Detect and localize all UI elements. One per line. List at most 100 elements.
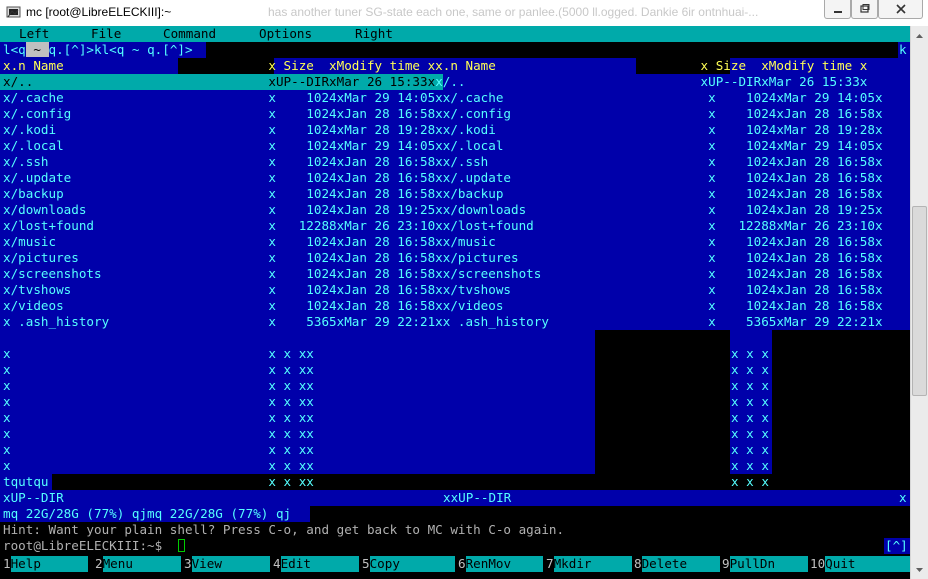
left-file-entry[interactable]: x/lost+found x 12288xMar 26 23:10x (3, 218, 443, 233)
right-panel-header[interactable]: .n Name x Size xModify time x (443, 58, 868, 73)
fkey-quit-button[interactable]: 10Quit (810, 556, 910, 572)
minimize-icon (834, 11, 842, 13)
right-file-entry[interactable]: x/.update x 1024xJan 28 16:58x (443, 170, 883, 185)
fkey-number: 10 (810, 556, 826, 571)
file-row[interactable]: x .ash_history x 5365xMar 29 22:21xx .as… (3, 314, 883, 330)
window-titlebar: mc [root@LibreELECKIII]:~ has another tu… (0, 0, 928, 27)
file-row[interactable]: x/.local x 1024xMar 29 14:05xx/.local x … (3, 138, 883, 154)
right-file-entry[interactable]: x/.config x 1024xJan 28 16:58x (443, 106, 883, 121)
file-row[interactable]: x/screenshots x 1024xJan 28 16:58xx/scre… (3, 266, 883, 282)
scrollbar-thumb[interactable] (912, 206, 927, 396)
left-file-entry[interactable]: x/.kodi x 1024xMar 28 19:28x (3, 122, 443, 137)
fkey-edit-button[interactable]: 4Edit (273, 556, 359, 572)
left-updir[interactable]: x/.. xUP--DIRxMar 26 15:33x (3, 74, 435, 89)
right-file-entry[interactable]: x .ash_history x 5365xMar 29 22:21x (443, 314, 883, 329)
scroll-down-arrow-icon[interactable] (911, 561, 928, 578)
file-row[interactable]: x/music x 1024xJan 28 16:58xx/music x 10… (3, 234, 883, 250)
left-empty-cell: x x x xx (3, 442, 314, 457)
shell-prompt[interactable]: root@LibreELECKIII:~$ (3, 538, 170, 554)
file-row[interactable]: x/.ssh x 1024xJan 28 16:58xx/.ssh x 1024… (3, 154, 883, 170)
file-row[interactable]: x/backup x 1024xJan 28 16:58xx/backup x … (3, 186, 883, 202)
right-file-entry[interactable]: x/lost+found x 12288xMar 26 23:10x (443, 218, 883, 233)
fkey-help-button[interactable]: 1Help (3, 556, 88, 572)
fkey-pulldn-button[interactable]: 9PullDn (722, 556, 808, 572)
right-file-entry[interactable]: x/.kodi x 1024xMar 28 19:28x (443, 122, 883, 137)
left-file-entry[interactable]: x/backup x 1024xJan 28 16:58x (3, 186, 443, 201)
file-row[interactable]: x/.kodi x 1024xMar 28 19:28xx/.kodi x 10… (3, 122, 883, 138)
history-indicator[interactable]: [^] (885, 538, 908, 554)
left-mini-status: xUP--DIR (3, 490, 64, 505)
scroll-up-arrow-icon[interactable] (911, 28, 928, 45)
right-file-entry[interactable]: x/backup x 1024xJan 28 16:58x (443, 186, 883, 201)
menu-options[interactable]: Options (259, 26, 312, 42)
menu-file[interactable]: File (91, 26, 121, 42)
left-file-entry[interactable]: x .ash_history x 5365xMar 29 22:21x (3, 314, 443, 329)
right-file-entry[interactable]: x/.ssh x 1024xJan 28 16:58x (443, 154, 883, 169)
right-file-entry[interactable]: x/.local x 1024xMar 29 14:05x (443, 138, 883, 153)
left-file-entry[interactable]: x/music x 1024xJan 28 16:58x (3, 234, 443, 249)
right-empty-cell: x x x (731, 362, 769, 377)
file-row[interactable]: x/videos x 1024xJan 28 16:58xx/videos x … (3, 298, 883, 314)
file-row[interactable]: x/.config x 1024xJan 28 16:58xx/.config … (3, 106, 883, 122)
text-cursor (178, 539, 185, 552)
fkey-menu-button[interactable]: 2Menu (95, 556, 181, 572)
left-empty-cell: x x x xx (3, 410, 314, 425)
updir-row[interactable]: x/.. xUP--DIRxMar 26 15:33xx/.. xUP--DIR… (3, 74, 867, 90)
right-file-entry[interactable]: x/tvshows x 1024xJan 28 16:58x (443, 282, 883, 297)
file-row[interactable]: x/downloads x 1024xJan 28 19:25xx/downlo… (3, 202, 883, 218)
fkey-copy-button[interactable]: 5Copy (362, 556, 455, 572)
left-file-entry[interactable]: x/pictures x 1024xJan 28 16:58x (3, 250, 443, 265)
background-ghost-text: has another tuner SG-state each one, sam… (268, 5, 759, 19)
window-title: mc [root@LibreELECKIII]:~ (26, 5, 172, 19)
file-row[interactable]: x/pictures x 1024xJan 28 16:58xx/picture… (3, 250, 883, 266)
right-updir[interactable]: x/.. xUP--DIRxMar 26 15:33x (435, 74, 867, 89)
terminal-area[interactable]: Left File Command Options Right l<q ~ q.… (0, 26, 910, 579)
file-row[interactable]: x/.update x 1024xJan 28 16:58xx/.update … (3, 170, 883, 186)
left-panel-header[interactable]: x.n Name x Size xModify time xx (3, 58, 443, 73)
menu-left[interactable]: Left (19, 26, 49, 42)
left-file-entry[interactable]: x/screenshots x 1024xJan 28 16:58x (3, 266, 443, 281)
close-button[interactable] (878, 0, 923, 19)
right-file-entry[interactable]: x/pictures x 1024xJan 28 16:58x (443, 250, 883, 265)
empty-row: x x x xx x x x (3, 394, 769, 410)
menu-right[interactable]: Right (355, 26, 393, 42)
empty-row: x x x xx x x x (3, 362, 769, 378)
left-empty-cell: x x x xx (3, 394, 314, 409)
left-file-entry[interactable]: x/videos x 1024xJan 28 16:58x (3, 298, 443, 313)
menu-command[interactable]: Command (163, 26, 216, 42)
fkey-mkdir-button[interactable]: 7Mkdir (546, 556, 632, 572)
right-file-entry[interactable]: x/.cache x 1024xMar 29 14:05x (443, 90, 883, 105)
right-empty-cell: x x x (731, 410, 769, 425)
path-tilde[interactable]: ~ (25, 42, 49, 57)
fkey-label: Quit (825, 556, 910, 572)
fkey-view-button[interactable]: 3View (184, 556, 270, 572)
left-file-entry[interactable]: x/.ssh x 1024xJan 28 16:58x (3, 154, 443, 169)
left-empty-cell: x x x xx (3, 362, 314, 377)
empty-row: x x x xx x x x (3, 346, 769, 362)
left-file-entry[interactable]: x/tvshows x 1024xJan 28 16:58x (3, 282, 443, 297)
maximize-button[interactable] (851, 0, 878, 19)
right-file-entry[interactable]: x/videos x 1024xJan 28 16:58x (443, 298, 883, 313)
right-empty-cell: x x x (731, 458, 769, 473)
panel-separator-glyphs: tqutqu (3, 474, 49, 489)
file-row[interactable]: x/tvshows x 1024xJan 28 16:58xx/tvshows … (3, 282, 883, 298)
fkey-number: 5 (362, 556, 370, 571)
left-file-entry[interactable]: x/.config x 1024xJan 28 16:58x (3, 106, 443, 121)
left-file-entry[interactable]: x/.update x 1024xJan 28 16:58x (3, 170, 443, 185)
right-file-entry[interactable]: x/screenshots x 1024xJan 28 16:58x (443, 266, 883, 281)
vertical-scrollbar[interactable] (910, 26, 928, 579)
border-right-k: k (899, 42, 907, 57)
left-file-entry[interactable]: x/.local x 1024xMar 29 14:05x (3, 138, 443, 153)
fkey-renmov-button[interactable]: 6RenMov (458, 556, 543, 572)
right-empty-cell: x x x (731, 394, 769, 409)
right-file-entry[interactable]: x/music x 1024xJan 28 16:58x (443, 234, 883, 249)
fkey-label: Menu (102, 556, 181, 572)
right-file-entry[interactable]: x/downloads x 1024xJan 28 19:25x (443, 202, 883, 217)
left-file-entry[interactable]: x/downloads x 1024xJan 28 19:25x (3, 202, 443, 217)
file-row[interactable]: x/lost+found x 12288xMar 26 23:10xx/lost… (3, 218, 883, 234)
file-row[interactable]: x/.cache x 1024xMar 29 14:05xx/.cache x … (3, 90, 883, 106)
fkey-delete-button[interactable]: 8Delete (634, 556, 720, 572)
left-file-entry[interactable]: x/.cache x 1024xMar 29 14:05x (3, 90, 443, 105)
minimize-button[interactable] (824, 0, 851, 19)
hint-line: Hint: Want your plain shell? Press C-o, … (3, 522, 565, 537)
